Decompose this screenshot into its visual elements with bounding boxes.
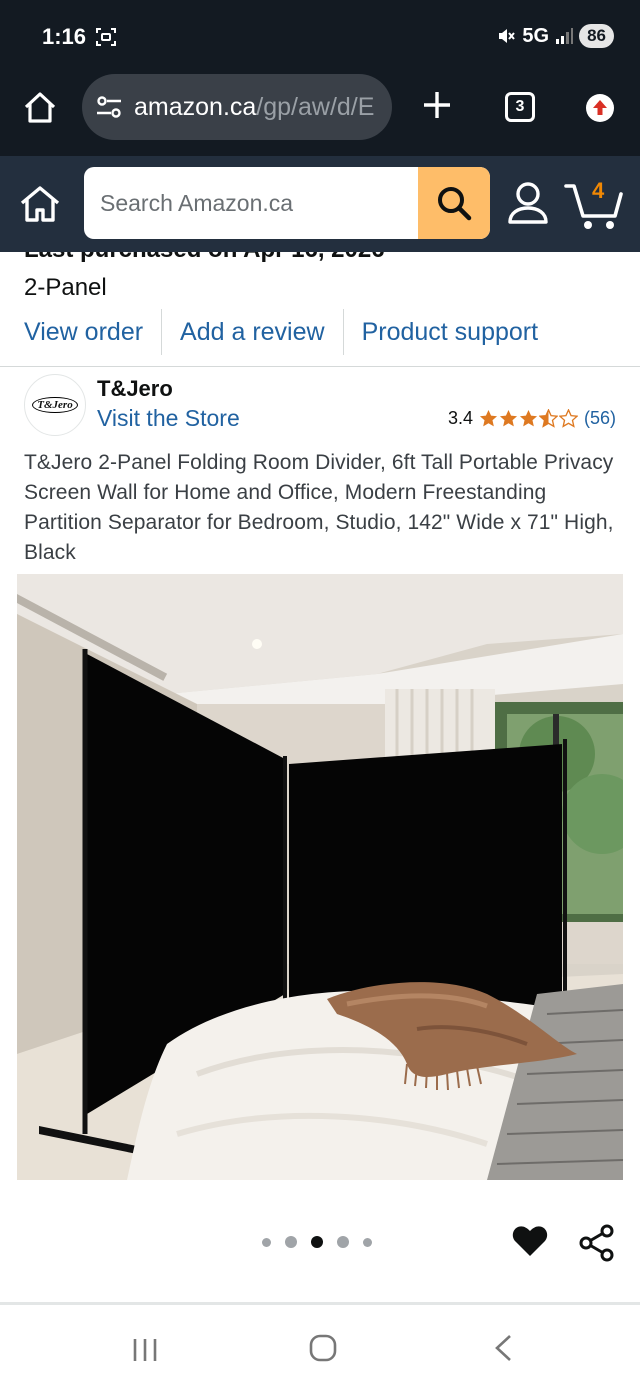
- url-host: amazon.ca: [134, 92, 257, 121]
- account-icon[interactable]: [506, 180, 550, 226]
- star-full-icon: [479, 409, 498, 427]
- star-half-icon: [538, 409, 558, 428]
- star-empty-icon: [558, 409, 578, 428]
- carousel-dot[interactable]: [363, 1237, 372, 1247]
- amazon-home-icon[interactable]: [18, 182, 62, 226]
- carousel-dot[interactable]: [337, 1236, 349, 1248]
- browser-toolbar: amazon.ca/gp/aw/d/E 3: [0, 74, 640, 156]
- star-full-icon: [519, 409, 538, 427]
- home-icon[interactable]: [22, 90, 58, 126]
- product-support-link[interactable]: Product support: [344, 318, 557, 347]
- network-type: 5G: [522, 24, 550, 47]
- add-review-link[interactable]: Add a review: [162, 318, 343, 347]
- home-button-icon[interactable]: [308, 1333, 338, 1363]
- divider: [0, 366, 640, 367]
- star-rating: [479, 409, 578, 428]
- status-time: 1:16: [42, 24, 87, 49]
- rating-value: 3.4: [447, 408, 473, 428]
- heart-icon[interactable]: [511, 1222, 549, 1260]
- brand-name: T&Jero: [97, 376, 173, 401]
- back-icon[interactable]: [492, 1333, 514, 1363]
- share-icon[interactable]: [579, 1224, 615, 1262]
- carousel-indicator: [262, 1236, 372, 1248]
- amazon-header: [0, 156, 640, 252]
- brand-logo[interactable]: T&Jero: [24, 374, 86, 436]
- room-divider-photo: [17, 574, 623, 1180]
- system-nav-bar: [0, 1305, 640, 1388]
- mute-icon: [499, 29, 516, 43]
- rating-count: (56): [583, 408, 616, 428]
- arrow-up-icon[interactable]: [584, 92, 616, 124]
- carousel-dot-active[interactable]: [311, 1236, 323, 1248]
- tab-switcher-button[interactable]: 3: [505, 92, 535, 122]
- tune-icon[interactable]: [94, 92, 124, 122]
- view-order-link[interactable]: View order: [0, 318, 161, 347]
- signal-icon: [556, 28, 574, 44]
- url-path: /gp/aw/d/E: [256, 92, 375, 121]
- screenshot-icon: [96, 28, 116, 46]
- search-icon: [438, 187, 472, 221]
- product-title: T&Jero 2-Panel Folding Room Divider, 6ft…: [24, 451, 614, 564]
- brand-logo-text: T&Jero: [32, 397, 78, 413]
- status-bar: 1:16 5G 86: [0, 0, 640, 74]
- url-text[interactable]: amazon.ca/gp/aw/d/E: [134, 93, 374, 122]
- order-actions: View order Add a review Product support: [0, 308, 640, 356]
- carousel-dot[interactable]: [285, 1236, 297, 1248]
- star-full-icon: [499, 409, 518, 427]
- plus-icon[interactable]: [420, 88, 454, 122]
- product-image[interactable]: [17, 574, 623, 1180]
- address-bar[interactable]: amazon.ca/gp/aw/d/E: [82, 74, 392, 140]
- battery-level: 86: [579, 24, 614, 48]
- search-input[interactable]: [84, 167, 418, 239]
- rating-summary[interactable]: 3.4 (56): [448, 408, 616, 429]
- cart-count: 4: [592, 178, 605, 203]
- variant-label: 2-Panel: [24, 274, 107, 301]
- search-box: [84, 167, 490, 239]
- visit-store-link[interactable]: Visit the Store: [97, 405, 240, 432]
- carousel-dot[interactable]: [262, 1237, 271, 1247]
- recent-apps-icon[interactable]: [130, 1335, 160, 1365]
- search-button[interactable]: [418, 167, 490, 239]
